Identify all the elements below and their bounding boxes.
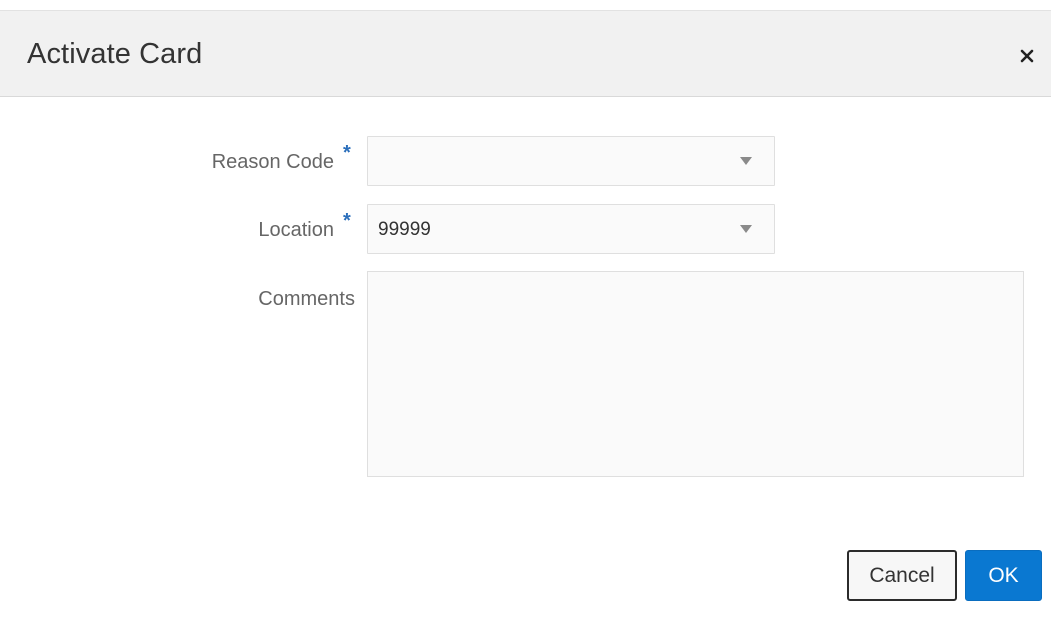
dialog-header: Activate Card	[0, 10, 1051, 97]
close-icon	[1020, 49, 1034, 63]
activate-card-dialog: Activate Card Reason Code * Location * 9…	[0, 0, 1051, 620]
chevron-down-icon	[740, 157, 752, 165]
ok-button[interactable]: OK	[965, 550, 1042, 601]
chevron-down-icon	[740, 225, 752, 233]
location-value: 99999	[378, 219, 431, 240]
reason-code-required-marker: *	[343, 142, 351, 164]
reason-code-label: Reason Code	[211, 151, 334, 173]
location-label: Location	[258, 219, 334, 241]
reason-code-select[interactable]	[367, 136, 775, 186]
comments-textarea[interactable]	[367, 271, 1024, 477]
location-required-marker: *	[343, 210, 351, 232]
location-select[interactable]: 99999	[367, 204, 775, 254]
comments-label: Comments	[258, 288, 355, 310]
cancel-button[interactable]: Cancel	[847, 550, 957, 601]
close-button[interactable]	[1015, 44, 1039, 68]
dialog-title: Activate Card	[27, 38, 203, 70]
